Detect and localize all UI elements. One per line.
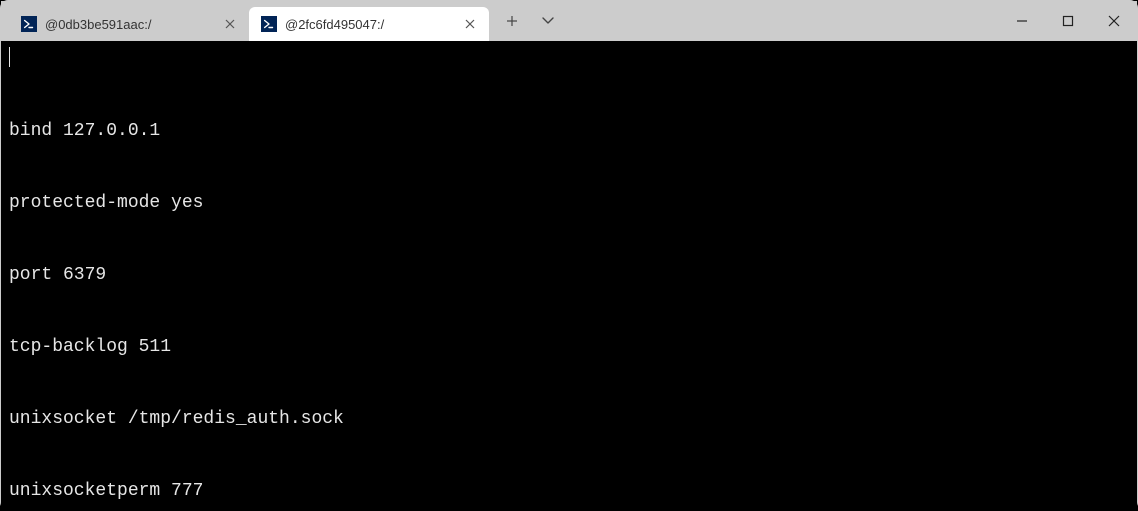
terminal-line: tcp-backlog 511: [9, 335, 1129, 359]
terminal-line: port 6379: [9, 263, 1129, 287]
terminal-line: bind 127.0.0.1: [9, 119, 1129, 143]
terminal-line: protected-mode yes: [9, 191, 1129, 215]
tab-actions: [489, 1, 571, 41]
close-icon[interactable]: [221, 15, 239, 33]
tab-1[interactable]: @0db3be591aac:/: [9, 7, 249, 41]
titlebar: @0db3be591aac:/ @2fc6fd495047:/: [1, 1, 1137, 41]
titlebar-drag-area[interactable]: [571, 1, 999, 41]
terminal-viewport[interactable]: bind 127.0.0.1 protected-mode yes port 6…: [1, 41, 1137, 511]
powershell-icon: [21, 16, 37, 32]
tab-title: @0db3be591aac:/: [45, 17, 221, 32]
text-cursor: [9, 47, 10, 67]
window-controls: [999, 1, 1137, 41]
close-icon[interactable]: [461, 15, 479, 33]
powershell-icon: [261, 16, 277, 32]
maximize-button[interactable]: [1045, 1, 1091, 41]
minimize-button[interactable]: [999, 1, 1045, 41]
close-window-button[interactable]: [1091, 1, 1137, 41]
tab-2[interactable]: @2fc6fd495047:/: [249, 7, 489, 41]
terminal-line: unixsocket /tmp/redis_auth.sock: [9, 407, 1129, 431]
tab-strip: @0db3be591aac:/ @2fc6fd495047:/: [1, 1, 489, 41]
tab-dropdown-button[interactable]: [533, 6, 563, 36]
new-tab-button[interactable]: [497, 6, 527, 36]
terminal-line: unixsocketperm 777: [9, 479, 1129, 503]
tab-title: @2fc6fd495047:/: [285, 17, 461, 32]
